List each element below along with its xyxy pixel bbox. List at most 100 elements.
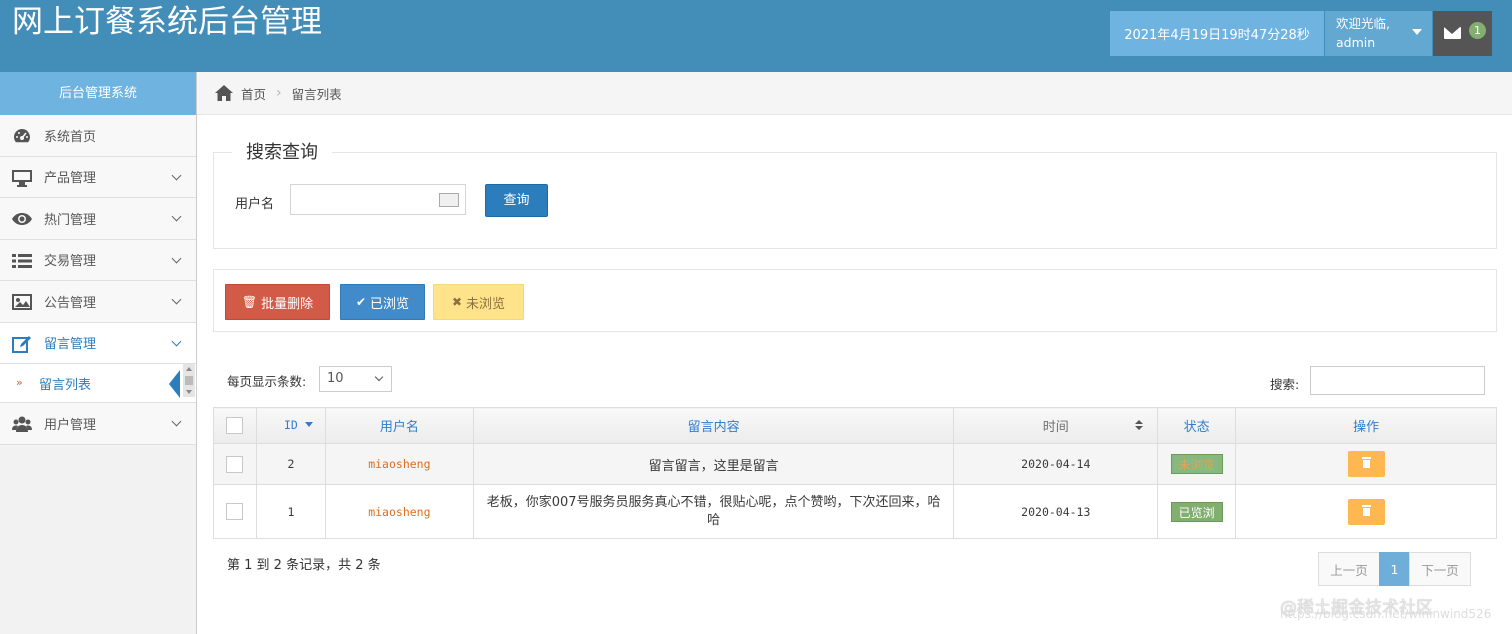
sidebar-scrollbar[interactable]	[183, 364, 195, 397]
row-checkbox[interactable]	[226, 455, 244, 473]
batch-delete-label: 批量删除	[261, 296, 314, 312]
row-select-cell	[213, 484, 257, 539]
sidebar-item-home[interactable]: 系统首页	[0, 115, 196, 157]
breadcrumb: 首页 › 留言列表	[197, 72, 1512, 115]
trash-icon: 🗑	[241, 295, 258, 309]
sidebar-item-trade[interactable]: 交易管理	[0, 239, 196, 281]
sidebar-item-users[interactable]: 用户管理	[0, 403, 196, 445]
table-row: 2 miaosheng 留言留言，这里是留言 2020-04-14 未浏览	[213, 443, 1497, 485]
search-panel: 搜索查询 用户名 查询	[213, 138, 1497, 249]
row-checkbox[interactable]	[226, 503, 244, 520]
table-header-row: ID 用户名 留言内容 时间 状态 操作	[213, 407, 1497, 444]
delete-row-button[interactable]	[1347, 498, 1385, 525]
mark-read-button[interactable]: ✔ 已浏览	[340, 284, 425, 320]
chevron-down-icon	[171, 336, 182, 346]
status-badge: 已览浏	[1170, 501, 1223, 522]
sidebar: 后台管理系统 系统首页 产品管理 热门管理 交易管理 公告管理 留言管理 » 留…	[0, 72, 197, 634]
breadcrumb-current: 留言列表	[291, 86, 342, 102]
messages-button[interactable]: 1	[1433, 11, 1492, 56]
username-label: 用户名	[235, 197, 275, 212]
app-title: 网上订餐系统后台管理	[12, 4, 322, 40]
sidebar-item-messages[interactable]: 留言管理	[0, 322, 196, 364]
user-link[interactable]: miaosheng	[368, 457, 430, 471]
top-header: 网上订餐系统后台管理 2021年4月19日19时47分28秒 欢迎光临, adm…	[0, 0, 1512, 72]
edit-icon	[12, 335, 31, 353]
column-header-time[interactable]: 时间	[953, 407, 1159, 444]
batch-delete-button[interactable]: 🗑 批量删除	[225, 284, 330, 320]
sidebar-subitem-label: 留言列表	[39, 377, 92, 393]
sidebar-item-label: 用户管理	[44, 417, 97, 433]
cell-user: miaosheng	[324, 484, 474, 539]
calendar-icon[interactable]	[439, 193, 459, 207]
cell-id: 1	[255, 484, 326, 539]
sidebar-item-label: 产品管理	[44, 171, 97, 187]
breadcrumb-home-link[interactable]: 首页	[241, 84, 266, 103]
datetime-display: 2021年4月19日19时47分28秒	[1110, 11, 1324, 56]
active-pointer-icon	[169, 370, 180, 398]
cell-id: 2	[255, 443, 326, 485]
table-filter-label: 搜索:	[1270, 377, 1300, 392]
search-legend: 搜索查询	[232, 138, 332, 164]
page-button-current[interactable]: 1	[1379, 552, 1410, 586]
chevron-down-icon	[171, 211, 182, 222]
chevron-down-icon	[171, 416, 182, 427]
double-angle-right-icon: »	[16, 376, 23, 389]
sidebar-item-label: 交易管理	[44, 254, 97, 270]
check-icon: ✔	[355, 295, 367, 309]
chevron-down-icon	[171, 253, 182, 263]
prev-page-button[interactable]: 上一页	[1318, 552, 1380, 586]
cell-content: 留言留言，这里是留言	[472, 443, 955, 485]
sidebar-item-products[interactable]: 产品管理	[0, 156, 196, 198]
list-icon	[12, 253, 32, 268]
table-info: 第 1 到 2 条记录，共 2 条	[227, 558, 381, 573]
mark-unread-button[interactable]: ✖ 未浏览	[433, 284, 524, 320]
scroll-down-icon	[186, 390, 192, 394]
column-header-actions: 操作	[1235, 407, 1497, 444]
cell-user: miaosheng	[324, 443, 474, 485]
watermark-url: https://blog.csdn.net/wininwind526	[1280, 607, 1492, 621]
delete-row-button[interactable]	[1347, 451, 1385, 477]
user-link[interactable]: miaosheng	[368, 505, 430, 519]
username-search-input[interactable]	[290, 184, 466, 215]
breadcrumb-separator-icon: ›	[276, 85, 282, 101]
column-header-id[interactable]: ID	[255, 407, 326, 444]
chevron-down-icon	[171, 170, 182, 180]
eye-icon	[12, 213, 32, 225]
desktop-icon	[12, 169, 32, 187]
sidebar-title: 后台管理系统	[0, 72, 196, 115]
sidebar-item-label: 热门管理	[44, 212, 97, 228]
sidebar-item-label: 留言管理	[44, 337, 97, 353]
user-menu[interactable]: 欢迎光临, admin	[1325, 11, 1432, 56]
table-filter-input[interactable]	[1310, 366, 1485, 395]
search-button[interactable]: 查询	[485, 184, 548, 217]
sort-icon	[1135, 420, 1144, 432]
dashboard-icon	[14, 129, 30, 143]
trash-icon	[1361, 457, 1371, 468]
cell-time: 2020-04-14	[953, 443, 1159, 485]
select-all-checkbox[interactable]	[226, 417, 244, 434]
column-header-content: 留言内容	[472, 407, 955, 444]
username: admin	[1336, 35, 1376, 50]
trash-icon	[1361, 504, 1371, 516]
page-size-label: 每页显示条数:	[227, 374, 307, 389]
table-row: 1 miaosheng 老板，你家007号服务员服务真心不错，很贴心呢，点个赞哟…	[213, 484, 1497, 539]
scroll-thumb[interactable]	[185, 376, 193, 385]
action-bar: 🗑 批量删除 ✔ 已浏览 ✖ 未浏览	[213, 269, 1497, 332]
close-icon: ✖	[451, 295, 463, 309]
watermark: @稀土掘金技术社区 https://blog.csdn.net/wininwin…	[1280, 593, 1491, 621]
sort-desc-icon	[304, 422, 313, 427]
mark-unread-label: 未浏览	[466, 296, 506, 312]
cell-status: 已览浏	[1157, 484, 1237, 539]
sidebar-item-label: 公告管理	[44, 295, 97, 311]
next-page-button[interactable]: 下一页	[1409, 552, 1471, 586]
sidebar-subitem-message-list[interactable]: » 留言列表	[0, 364, 196, 403]
page-size-select[interactable]: 10	[319, 366, 392, 392]
sidebar-item-hot[interactable]: 热门管理	[0, 198, 196, 240]
sidebar-item-notice[interactable]: 公告管理	[0, 281, 196, 323]
messages-table: ID 用户名 留言内容 时间 状态 操作 2 miaosheng 留言留言，这里…	[213, 407, 1497, 539]
select-all-cell	[213, 407, 257, 444]
cell-actions	[1235, 443, 1497, 485]
home-icon	[215, 85, 233, 101]
caret-down-icon	[1412, 29, 1422, 35]
column-header-status: 状态	[1157, 407, 1237, 444]
